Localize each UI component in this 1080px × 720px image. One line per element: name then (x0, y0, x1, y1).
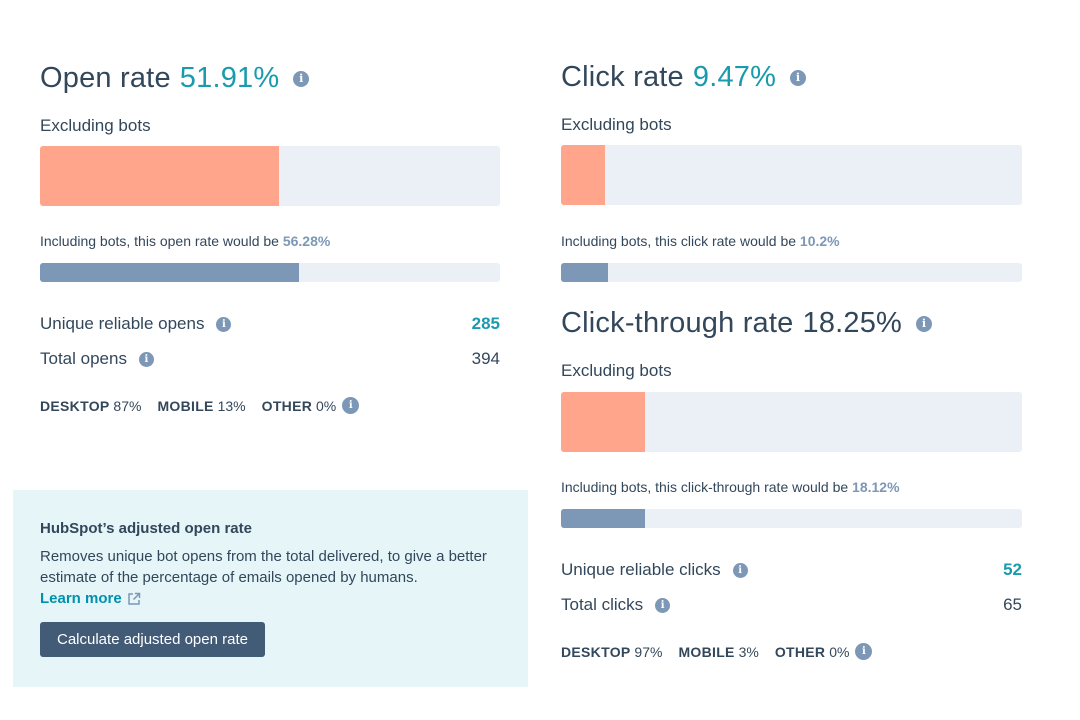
stat-value: 394 (471, 349, 500, 368)
open-rate-value: 51.91% (179, 62, 280, 94)
device-desktop: DESKTOP 97% (561, 644, 662, 660)
callout-title: HubSpot’s adjusted open rate (40, 520, 252, 537)
external-link-icon (127, 592, 140, 605)
device-mobile: MOBILE 3% (678, 644, 758, 660)
click-rate-excluding-label: Excluding bots (561, 115, 672, 134)
click-device-breakdown: DESKTOP 97% MOBILE 3% OTHER 0% i (561, 643, 1022, 660)
device-desktop: DESKTOP 87% (40, 398, 141, 414)
stat-label: Unique reliable clicks (561, 560, 721, 579)
device-name: DESKTOP (40, 397, 110, 414)
calculate-adjusted-open-rate-button[interactable]: Calculate adjusted open rate (40, 622, 265, 657)
click-rate-including-fill (561, 263, 609, 282)
device-value: 0% (829, 643, 850, 660)
ctr-title: Click-through rate (561, 307, 794, 339)
info-icon[interactable]: i (138, 351, 154, 367)
open-rate-including-value: 56.28% (282, 233, 331, 249)
click-rate-including-text: Including bots, this click rate would be… (561, 233, 1022, 249)
click-rate-title: Click rate (561, 61, 684, 93)
ctr-excluding-label: Excluding bots (561, 361, 672, 380)
open-device-breakdown: DESKTOP 87% MOBILE 13% OTHER 0% i (40, 397, 500, 414)
stat-value: 52 (1003, 560, 1022, 579)
click-rate-excluding-bar (561, 145, 1022, 205)
info-icon[interactable]: i (655, 597, 671, 613)
device-value: 0% (316, 397, 337, 414)
learn-more-label: Learn more (40, 590, 122, 607)
ctr-including-text: Including bots, this click-through rate … (561, 479, 1022, 495)
open-rate-title: Open rate (40, 62, 171, 94)
device-name: DESKTOP (561, 643, 631, 660)
click-rate-heading: Click rate 9.47% i (561, 61, 1022, 94)
stat-label: Total clicks (561, 595, 644, 614)
learn-more-link[interactable]: Learn more (40, 588, 141, 609)
open-rate-including-label: Including bots, this open rate would be (40, 233, 283, 249)
stat-label: Total opens (40, 349, 127, 368)
ctr-value: 18.25% (802, 307, 903, 339)
device-name: OTHER (774, 643, 826, 660)
stat-row-unique-clicks: Unique reliable clicks i 52 (561, 560, 1022, 580)
stat-value: 65 (1003, 595, 1022, 614)
open-rate-including-text: Including bots, this open rate would be … (40, 233, 500, 249)
callout-description: Removes unique bot opens from the total … (40, 548, 487, 586)
info-icon[interactable]: i (216, 316, 232, 332)
adjusted-open-rate-callout: HubSpot’s adjusted open rate Removes uni… (13, 490, 528, 687)
info-icon[interactable]: i (342, 397, 360, 414)
info-icon[interactable]: i (855, 643, 873, 660)
device-other: OTHER 0% (262, 398, 337, 414)
callout-body: Removes unique bot opens from the total … (40, 546, 501, 609)
device-value: 13% (217, 397, 246, 414)
click-rate-including-value: 10.2% (799, 233, 840, 249)
click-rate-including-label: Including bots, this click rate would be (561, 233, 800, 249)
stat-row-total-opens: Total opens i 394 (40, 349, 500, 369)
device-other: OTHER 0% (775, 644, 850, 660)
device-value: 3% (738, 643, 759, 660)
ctr-including-fill (561, 509, 645, 528)
info-icon[interactable]: i (916, 315, 933, 332)
stat-row-unique-opens: Unique reliable opens i 285 (40, 314, 500, 334)
stat-value: 285 (471, 314, 500, 333)
device-name: OTHER (261, 397, 313, 414)
device-name: MOBILE (678, 643, 735, 660)
device-value: 97% (634, 643, 663, 660)
device-name: MOBILE (157, 397, 214, 414)
ctr-including-value: 18.12% (852, 479, 900, 495)
device-mobile: MOBILE 13% (157, 398, 245, 414)
open-rate-including-fill (40, 263, 299, 282)
stat-label: Unique reliable opens (40, 314, 205, 333)
ctr-including-bar (561, 509, 1022, 528)
ctr-heading: Click-through rate 18.25% i (561, 307, 1022, 340)
click-rate-including-bar (561, 263, 1022, 282)
open-rate-heading: Open rate 51.91% i (40, 62, 500, 95)
open-rate-including-bar (40, 263, 500, 282)
click-rate-excluding-fill (561, 145, 605, 205)
open-rate-excluding-bar (40, 146, 500, 206)
open-rate-excluding-label: Excluding bots (40, 116, 151, 135)
open-rate-excluding-fill (40, 146, 279, 206)
info-icon[interactable]: i (293, 70, 310, 87)
stat-row-total-clicks: Total clicks i 65 (561, 595, 1022, 615)
ctr-excluding-fill (561, 392, 646, 452)
info-icon[interactable]: i (790, 69, 807, 86)
device-value: 87% (113, 397, 142, 414)
ctr-including-label: Including bots, this click-through rate … (561, 479, 853, 495)
click-rate-value: 9.47% (692, 61, 777, 93)
info-icon[interactable]: i (732, 562, 748, 578)
ctr-excluding-bar (561, 392, 1022, 452)
